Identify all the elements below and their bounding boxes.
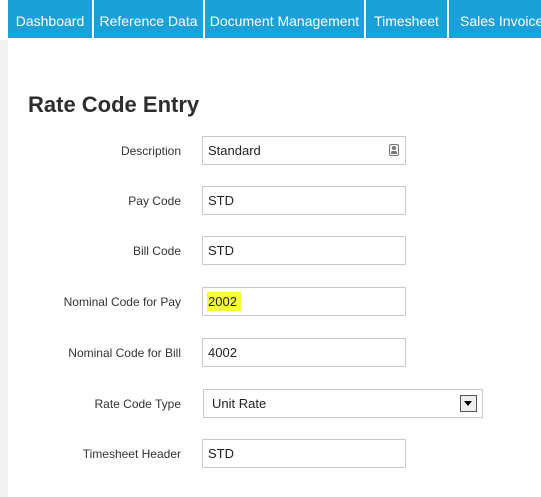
rate-code-type-label: Rate Code Type [94,397,181,411]
pay-code-value: STD [208,193,234,208]
tab-dashboard[interactable]: Dashboard [8,0,92,38]
timesheet-header-value: STD [208,446,234,461]
nominal-code-bill-field[interactable]: 4002 [202,338,406,367]
rate-code-type-value: Unit Rate [212,396,267,411]
page-title: Rate Code Entry [28,92,200,117]
top-navigation: Dashboard Reference Data Document Manage… [0,0,541,40]
nominal-code-pay-field[interactable]: 2002 [202,287,406,316]
bill-code-label: Bill Code [132,244,181,258]
description-label: Description [120,144,181,158]
description-value: Standard [208,143,261,158]
nominal-code-bill-value: 4002 [208,345,237,360]
pay-code-field[interactable]: STD [202,186,406,215]
tab-sales-invoices[interactable]: Sales Invoices [449,0,541,38]
tab-reference-data[interactable]: Reference Data [94,0,203,38]
bill-code-field[interactable]: STD [202,236,406,265]
tab-document-management[interactable]: Document Management [205,0,364,38]
timesheet-header-label: Timesheet Header [82,447,181,461]
pay-code-label: Pay Code [128,194,181,208]
bill-code-value: STD [208,243,234,258]
nominal-code-bill-label: Nominal Code for Bill [68,346,181,360]
chevron-down-icon[interactable] [460,395,477,412]
timesheet-header-field[interactable]: STD [202,439,406,468]
description-field[interactable]: Standard [202,136,406,165]
nominal-code-pay-label: Nominal Code for Pay [63,295,181,309]
contact-card-icon[interactable] [389,144,399,156]
tab-timesheet[interactable]: Timesheet [366,0,447,38]
nominal-code-pay-value: 2002 [207,292,241,311]
rate-code-type-select[interactable]: Unit Rate [203,389,483,418]
